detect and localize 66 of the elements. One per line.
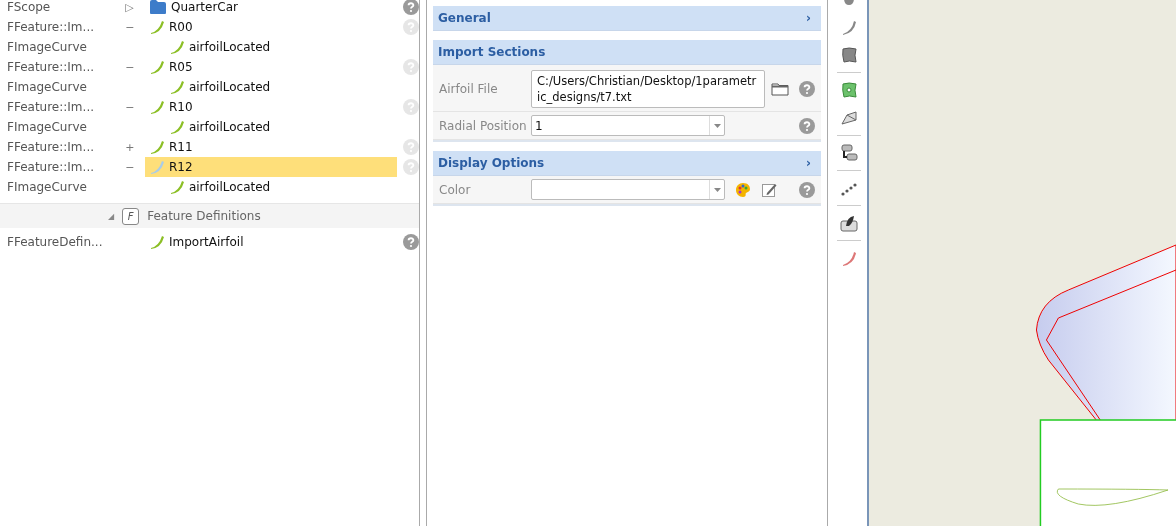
feature-badge: F bbox=[122, 207, 140, 225]
curve-icon bbox=[149, 234, 165, 250]
dropdown-field[interactable] bbox=[531, 179, 725, 200]
node-label[interactable]: airfoilLocated bbox=[188, 40, 271, 54]
section-header[interactable]: General › bbox=[433, 6, 821, 31]
curve-icon bbox=[149, 139, 165, 155]
folder-icon bbox=[149, 0, 167, 15]
type-label: FFeature::Im... bbox=[6, 60, 95, 74]
curve-icon bbox=[149, 59, 165, 75]
node-label[interactable]: airfoilLocated bbox=[188, 180, 271, 194]
field-label: Radial Position bbox=[439, 118, 527, 133]
expand-toggle[interactable]: ▷ bbox=[125, 0, 134, 14]
expand-toggle[interactable]: − bbox=[125, 20, 135, 34]
type-label: FFeature::Im... bbox=[6, 20, 95, 34]
curve-icon bbox=[168, 179, 185, 195]
node-label[interactable]: R11 bbox=[169, 140, 193, 154]
field-label: Color bbox=[439, 182, 472, 197]
curve-icon bbox=[149, 19, 165, 35]
expand-toggle[interactable]: − bbox=[125, 60, 135, 74]
surface-point-icon[interactable] bbox=[839, 81, 858, 99]
type-label: FFeatureDefin... bbox=[6, 235, 104, 249]
file-path-field[interactable]: C:/Users/Christian/Desktop/1parametric_designs/t7.txt bbox=[531, 70, 765, 108]
wedge-icon[interactable] bbox=[839, 109, 858, 127]
expand-toggle[interactable]: − bbox=[125, 160, 135, 174]
node-label[interactable]: R10 bbox=[169, 100, 193, 114]
group-title: Feature Definitions bbox=[147, 209, 261, 223]
expand-toggle[interactable]: + bbox=[125, 140, 135, 154]
type-label: FScope bbox=[6, 0, 52, 14]
node-label[interactable]: R00 bbox=[169, 20, 193, 34]
curve-icon bbox=[168, 79, 185, 95]
dropdown-field[interactable]: 1 bbox=[531, 115, 725, 136]
curve-icon bbox=[168, 119, 185, 135]
group-header[interactable]: ◢ F Feature Definitions bbox=[0, 203, 419, 228]
type-label: FFeature::Im... bbox=[6, 140, 95, 154]
help-icon[interactable] bbox=[403, 234, 419, 250]
surface-icon[interactable] bbox=[839, 46, 858, 64]
type-label: FImageCurve bbox=[6, 80, 88, 94]
node-label[interactable]: R12 bbox=[169, 160, 193, 174]
edit-icon[interactable] bbox=[761, 181, 777, 198]
node-label[interactable]: QuarterCar bbox=[171, 0, 238, 14]
curve-icon bbox=[149, 99, 165, 115]
type-label: FImageCurve bbox=[6, 120, 88, 134]
help-icon[interactable] bbox=[799, 181, 815, 198]
type-label: FFeature::Im... bbox=[6, 160, 95, 174]
caret-icon bbox=[713, 187, 721, 192]
type-label: FImageCurve bbox=[6, 180, 88, 194]
help-icon[interactable] bbox=[403, 0, 419, 15]
palette-icon[interactable] bbox=[735, 181, 751, 198]
node-label[interactable]: airfoilLocated bbox=[188, 80, 271, 94]
expand-toggle[interactable]: − bbox=[125, 100, 135, 114]
node-label[interactable]: ImportAirfoil bbox=[169, 235, 244, 249]
section-header[interactable]: Import Sections bbox=[433, 40, 821, 65]
type-label: FImageCurve bbox=[6, 40, 88, 54]
field-label: Airfoil File bbox=[439, 82, 499, 96]
shape-icon[interactable] bbox=[839, 214, 858, 232]
type-label: FFeature::Im... bbox=[6, 100, 95, 114]
curve-icon bbox=[168, 39, 185, 55]
hierarchy-icon[interactable] bbox=[839, 144, 858, 162]
section-header[interactable]: Display Options › bbox=[433, 151, 821, 176]
folder-icon[interactable] bbox=[771, 82, 789, 96]
node-label[interactable]: airfoilLocated bbox=[188, 120, 271, 134]
help-icon[interactable] bbox=[799, 117, 815, 134]
curve-icon bbox=[149, 159, 165, 175]
caret-icon bbox=[713, 123, 721, 128]
node-label[interactable]: R05 bbox=[169, 60, 193, 74]
help-icon[interactable] bbox=[799, 81, 815, 97]
